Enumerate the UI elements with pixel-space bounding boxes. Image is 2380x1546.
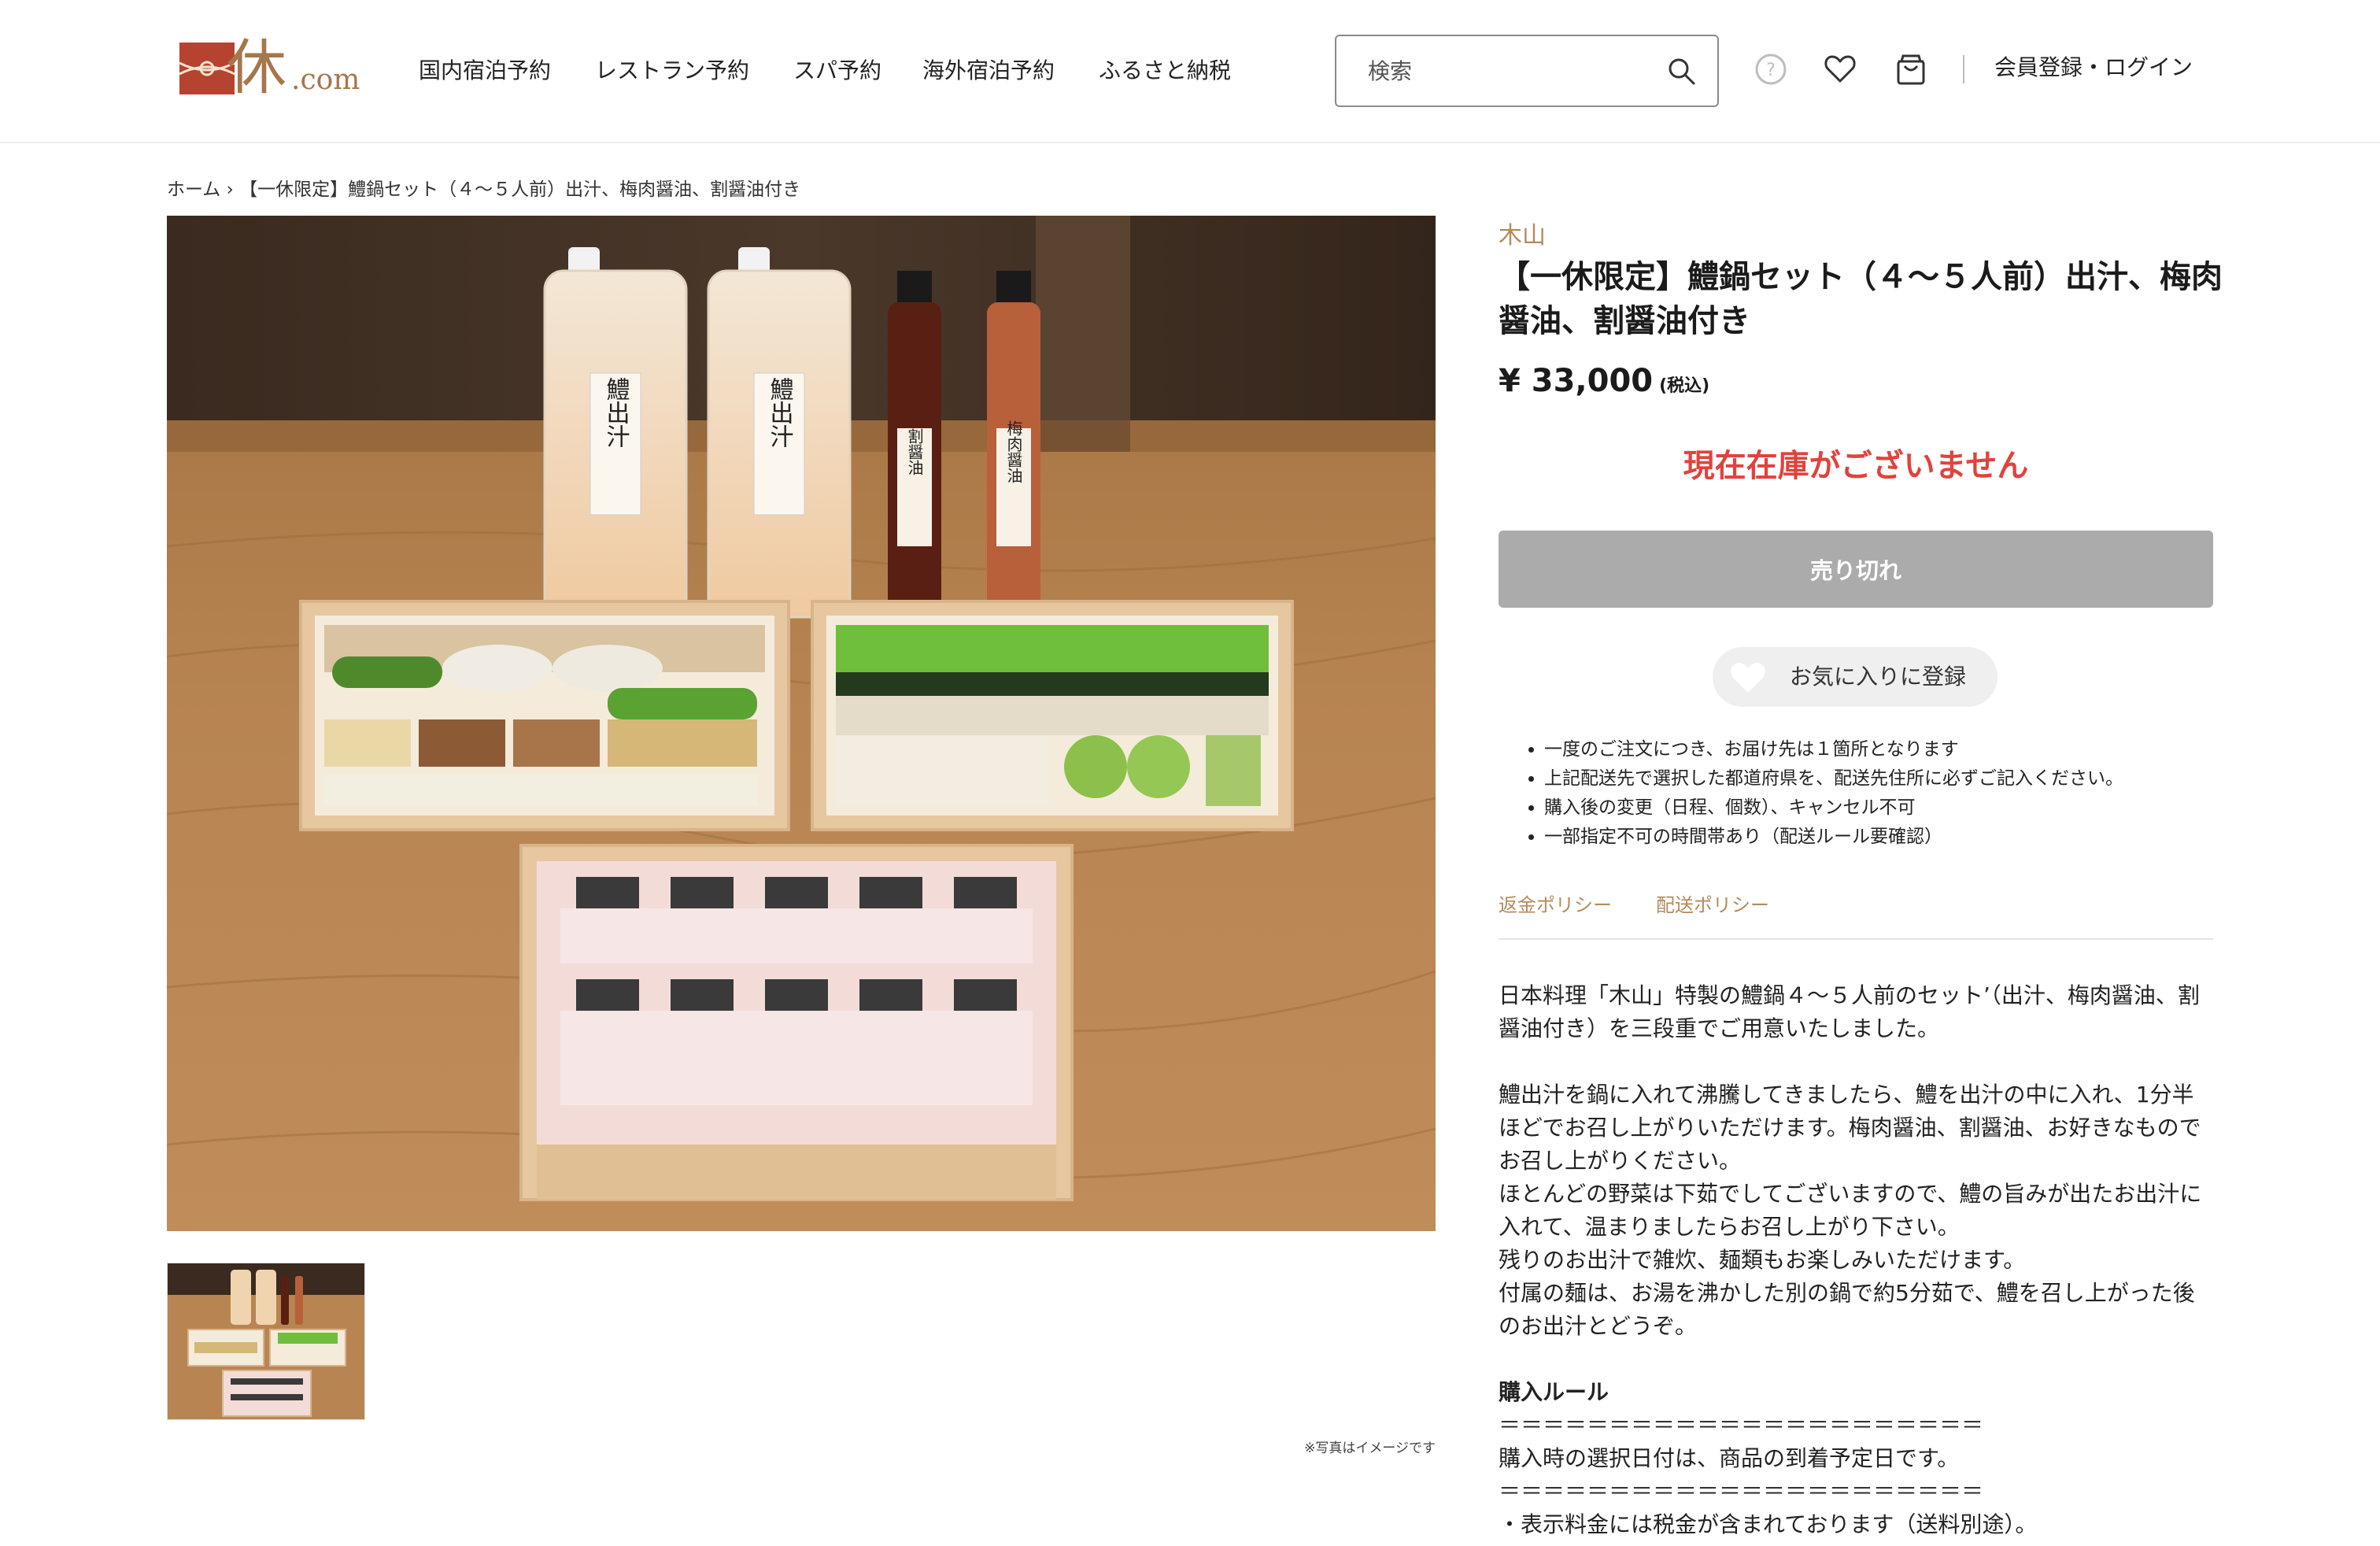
tax-label: (税込) — [1659, 376, 1710, 396]
rules-line: 購入時の選択日付は、商品の到着予定日です。 — [1499, 1445, 1960, 1471]
rules-divider: ＝＝＝＝＝＝＝＝＝＝＝＝＝＝＝＝＝＝＝＝＝＝ — [1499, 1412, 1984, 1438]
image-disclaimer: ※写真はイメージです — [1304, 1441, 1436, 1456]
help-icon[interactable]: ? — [1750, 49, 1791, 90]
favorites-heart-icon[interactable] — [1820, 49, 1861, 90]
bottle-label-1: 鱧出汁 — [602, 377, 630, 448]
purchase-rules-heading: 購入ルール — [1499, 1379, 1609, 1405]
purchase-notes-list: 一度のご注文につき、お届け先は１箇所となります 上記配送先で選択した都道府県を、… — [1516, 735, 2123, 852]
purchase-note: 一部指定不可の時間帯あり（配送ルール要確認） — [1544, 823, 2123, 852]
price-value: ¥ 33,000 — [1499, 363, 1654, 399]
logo-suffix: .com — [291, 64, 360, 96]
breadcrumb-home[interactable]: ホーム — [167, 179, 220, 200]
breadcrumb-separator: › — [226, 179, 234, 200]
sold-out-button[interactable]: 売り切れ — [1499, 531, 2213, 608]
purchase-note: 一度のご注文につき、お届け先は１箇所となります — [1544, 735, 2123, 764]
description-paragraph: 残りのお出汁で雑炊、麺類もお楽しみいただけます。 — [1499, 1247, 2026, 1273]
purchase-note: 上記配送先で選択した都道府県を、配送先住所に必ずご記入ください。 — [1544, 764, 2123, 793]
nav-domestic-hotels[interactable]: 国内宿泊予約 — [419, 55, 551, 87]
section-divider — [1499, 938, 2213, 940]
nav-overseas-hotels[interactable]: 海外宿泊予約 — [922, 55, 1055, 87]
logo-text: 休 — [227, 32, 286, 102]
bottle-label-3: 割醤油 — [905, 428, 924, 475]
rules-divider: ＝＝＝＝＝＝＝＝＝＝＝＝＝＝＝＝＝＝＝＝＝＝ — [1499, 1478, 1984, 1504]
add-to-favorites-button[interactable]: お気に入りに登録 — [1713, 647, 1998, 707]
vendor-name: 木山 — [1499, 222, 1546, 250]
site-logo[interactable]: 休 .com — [176, 33, 365, 102]
bottle-label-4: 梅肉醤油 — [1004, 420, 1023, 483]
nav-furusato-tax[interactable]: ふるさと納税 — [1099, 55, 1231, 87]
purchase-note: 購入後の変更（日程、個数）、キャンセル不可 — [1544, 793, 2123, 823]
breadcrumb: ホーム › 【一休限定】鱧鍋セット（４〜５人前）出汁、梅肉醤油、割醤油付き — [167, 176, 800, 203]
header-divider — [1963, 55, 1964, 83]
bottle-label-2: 鱧出汁 — [766, 377, 793, 448]
product-description: 日本料理「木山」特製の鱧鍋４〜５人前のセット’（出汁、梅肉醤油、割醤油付き）を三… — [1499, 979, 2207, 1343]
description-paragraph: 付属の麺は、お湯を沸かした別の鍋で約5分茹で、鱧を召し上がった後のお出汁とどうぞ… — [1499, 1280, 2195, 1339]
breadcrumb-current: 【一休限定】鱧鍋セット（４〜５人前）出汁、梅肉醤油、割醤油付き — [239, 179, 801, 200]
favorites-label: お気に入りに登録 — [1790, 664, 1967, 690]
product-thumbnail[interactable] — [167, 1263, 365, 1420]
refund-policy-link[interactable]: 返金ポリシー — [1499, 891, 1612, 919]
stock-status: 現在在庫がございません — [1683, 448, 2029, 484]
site-header: 休 .com 国内宿泊予約 レストラン予約 スパ予約 海外宿泊予約 ふるさと納税… — [0, 0, 2380, 143]
description-paragraph: 鱧出汁を鍋に入れて沸騰してきましたら、鱧を出汁の中に入れ、1分半ほどでお召し上が… — [1499, 1082, 2201, 1174]
cart-icon[interactable] — [1890, 49, 1931, 90]
product-price: ¥ 33,000 (税込) — [1499, 359, 1709, 409]
nav-restaurants[interactable]: レストラン予約 — [595, 55, 749, 87]
nav-spa[interactable]: スパ予約 — [793, 55, 881, 87]
product-main-image[interactable]: 鱧出汁 鱧出汁 割醤油 梅肉醤油 — [167, 216, 1436, 1231]
shipping-policy-link[interactable]: 配送ポリシー — [1656, 891, 1769, 919]
search-input[interactable] — [1336, 36, 1683, 105]
description-intro: 日本料理「木山」特製の鱧鍋４〜５人前のセット’（出汁、梅肉醤油、割醤油付き）を三… — [1499, 982, 2200, 1041]
search-icon[interactable] — [1667, 57, 1697, 90]
product-title: 【一休限定】鱧鍋セット（４〜５人前）出汁、梅肉醤油、割醤油付き — [1499, 259, 2223, 339]
register-login-link[interactable]: 会員登録・ログイン — [1994, 52, 2193, 83]
rules-line: ・表示料金には税金が含まれております（送料別途）。 — [1499, 1511, 2038, 1537]
heart-icon — [1728, 658, 1768, 699]
search-box — [1335, 35, 1719, 107]
description-paragraph: ほとんどの野菜は下茹でしてございますので、鱧の旨みが出たお出汁に入れて、温まりま… — [1499, 1181, 2202, 1240]
svg-text:?: ? — [1766, 61, 1776, 80]
